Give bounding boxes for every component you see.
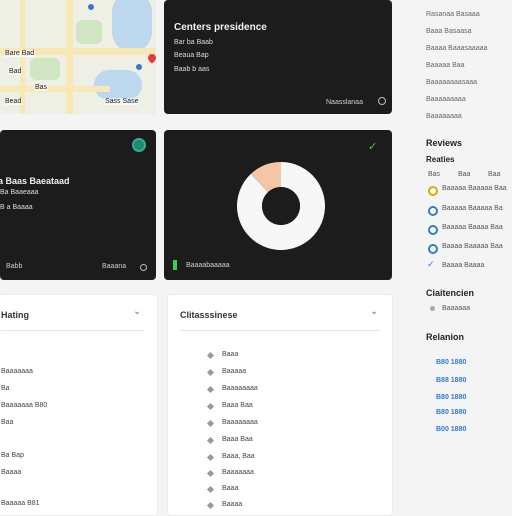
map-label: Bare Bad — [4, 50, 36, 57]
relation-heading: Relanion — [426, 332, 465, 342]
diamond-icon — [206, 469, 215, 478]
review-item[interactable]: Baaaaa Baaaa Baa — [442, 224, 503, 231]
card-footer-link[interactable]: Baaana — [102, 263, 126, 270]
diamond-icon — [206, 402, 215, 411]
diamond-icon — [206, 351, 215, 360]
list-item[interactable]: Baaa — [222, 351, 238, 358]
card-footer-label: Babb — [6, 263, 23, 270]
attention-heading: Ciaitencien — [426, 288, 475, 298]
sidebar-item[interactable]: Baaaaaaaaa — [426, 96, 466, 103]
card-title: Centers presidence — [174, 22, 267, 33]
diamond-icon — [206, 436, 215, 445]
list-item[interactable]: Baaaa — [1, 469, 21, 476]
list-item[interactable]: Baaa — [222, 485, 238, 492]
map-label: Bas — [34, 84, 49, 91]
card-title: a Baas Baeataad — [0, 176, 70, 186]
summary-card: Centers presidence Bar ba Baab Beaua Bap… — [164, 0, 392, 114]
list-item[interactable]: Baaaaaaa B80 — [1, 402, 47, 409]
list-item[interactable]: Baaaaa B81 — [1, 500, 40, 507]
list-item[interactable]: Baaa Baa — [222, 402, 253, 409]
list-item[interactable]: Baaaaaaaa — [222, 419, 258, 426]
map-label: Sass Sase — [104, 98, 140, 105]
info-card: a Baas Baeataad Ba Baaeaaa B a Baaaa Bab… — [0, 130, 156, 280]
sidebar-item[interactable]: Baaaaa Baa — [426, 62, 465, 69]
card-line: Beaua Bap — [174, 52, 209, 59]
relation-link[interactable]: B80 1880 — [436, 394, 466, 401]
column-header: Baa — [458, 171, 471, 178]
map-marker-icon[interactable] — [88, 4, 94, 10]
review-item[interactable]: Baaaa Baaaa — [442, 262, 484, 269]
donut-hole — [262, 187, 300, 225]
radio-icon[interactable] — [428, 244, 438, 254]
list-item[interactable]: Baaa Baa — [222, 436, 253, 443]
list-item[interactable]: Baaaaaaa — [222, 469, 254, 476]
diamond-icon — [206, 501, 215, 510]
center-panel: Clitasssinese ⌄ Baaa Baaaaa Baaaaaaaa Ba… — [167, 294, 393, 516]
list-item[interactable]: Ba Bap — [1, 452, 24, 459]
list-item[interactable]: Baaaaaaa — [1, 368, 33, 375]
list-item[interactable]: Ba — [1, 385, 10, 392]
check-icon: ✓ — [427, 259, 435, 269]
card-line: Ba Baaeaaa — [0, 189, 39, 196]
sidebar-item[interactable]: Baaaaaaaasaaa — [426, 79, 477, 86]
donut-chart — [237, 162, 325, 250]
divider — [180, 330, 380, 331]
chart-legend-label: Baaaabaaaaa — [186, 262, 230, 269]
list-item[interactable]: Baaaaaaaa — [222, 385, 258, 392]
column-header: Baa — [488, 171, 501, 178]
panel-title: Clitasssinese — [180, 310, 238, 320]
reviews-subheading: Reaties — [426, 155, 455, 164]
card-line: B a Baaaa — [0, 204, 33, 211]
review-item[interactable]: Baaaaa Baaaaa Baa — [442, 185, 507, 192]
relation-link[interactable]: B80 1880 — [436, 359, 466, 366]
map-view[interactable]: Bare Bad Bad Bas Bead Sass Sase — [0, 0, 156, 114]
card-line: Baab b aas — [174, 66, 210, 73]
list-item[interactable]: Baaa, Baa — [222, 453, 255, 460]
legend-swatch — [173, 260, 177, 270]
radio-icon[interactable] — [428, 225, 438, 235]
review-item[interactable]: Baaaaa Baaaaa Ba — [442, 205, 503, 212]
arrow-icon[interactable] — [378, 97, 386, 105]
dot-icon — [430, 306, 435, 311]
arrow-icon[interactable] — [140, 264, 147, 271]
status-icon[interactable] — [132, 138, 146, 152]
map-label: Bad — [8, 68, 23, 75]
relation-link[interactable]: B88 1880 — [436, 377, 466, 384]
divider — [1, 330, 145, 331]
star-icon — [428, 186, 438, 196]
column-header: Bas — [428, 171, 441, 178]
review-item[interactable]: Baaaa Baaaaa Baa — [442, 243, 503, 250]
left-panel: Hating ⌄ Baaaaaaa Ba Baaaaaaa B80 Baa Ba… — [0, 294, 158, 516]
chevron-down-icon[interactable]: ⌄ — [370, 306, 378, 317]
sidebar-item[interactable]: Baaaa Baaasaaaaa — [426, 45, 488, 52]
list-item[interactable]: Baa — [1, 419, 13, 426]
diamond-icon — [206, 385, 215, 394]
list-item[interactable]: Baaaaa — [222, 368, 246, 375]
radio-icon[interactable] — [428, 206, 438, 216]
attention-item[interactable]: Baaaaaa — [442, 305, 470, 312]
relation-link[interactable]: B00 1880 — [436, 426, 466, 433]
diamond-icon — [206, 419, 215, 428]
map-marker-icon[interactable] — [136, 64, 142, 70]
diamond-icon — [206, 453, 215, 462]
reviews-heading: Reviews — [426, 138, 463, 148]
sidebar-item[interactable]: Rasanaa Basaaa — [426, 11, 480, 18]
diamond-icon — [206, 368, 215, 377]
sidebar-item[interactable]: Baaaaaaaa — [426, 113, 462, 120]
card-line: Bar ba Baab — [174, 39, 213, 46]
chevron-down-icon[interactable]: ⌄ — [133, 306, 141, 317]
panel-title: Hating — [1, 310, 29, 320]
list-item[interactable]: Baaaa — [222, 501, 242, 508]
check-icon[interactable]: ✓ — [368, 140, 377, 153]
diamond-icon — [206, 485, 215, 494]
sidebar-item[interactable]: Baaa Basaasa — [426, 28, 472, 35]
relation-link[interactable]: B80 1880 — [436, 409, 466, 416]
map-label: Bead — [4, 98, 23, 105]
card-footer-link[interactable]: Naasslanaa — [326, 99, 363, 106]
